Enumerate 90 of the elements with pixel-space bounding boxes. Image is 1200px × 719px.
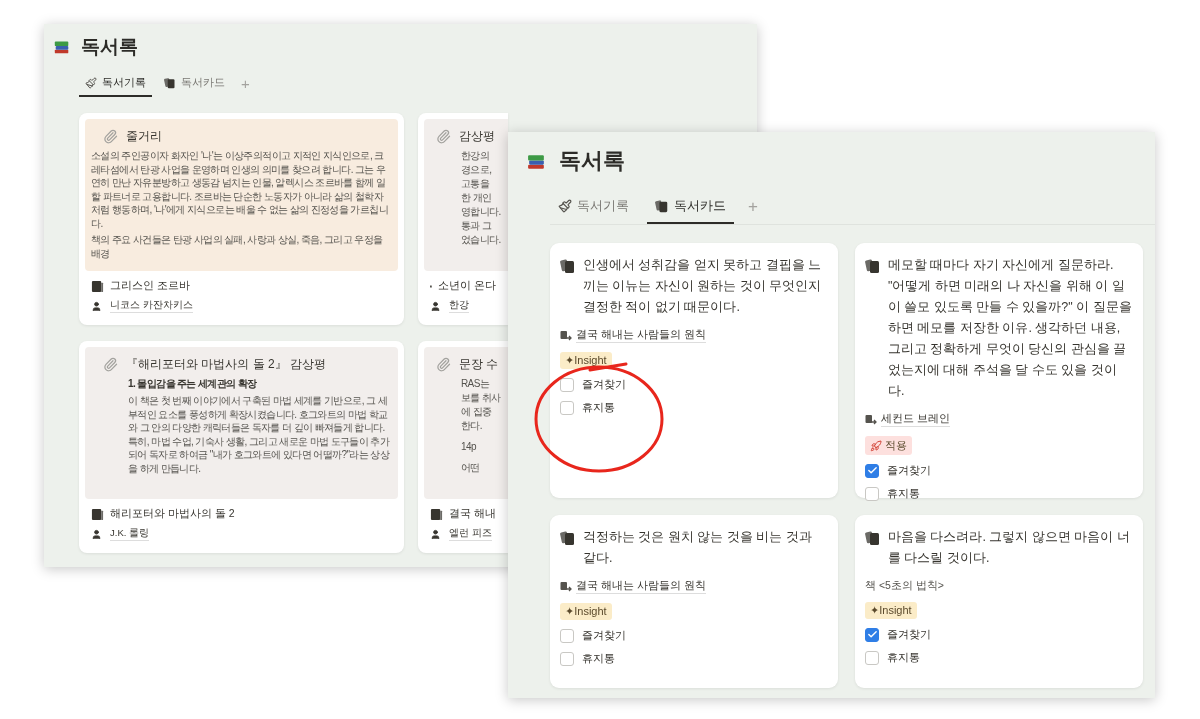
preview-text: 한다.	[461, 419, 483, 433]
quote-text: 메모할 때마다 자기 자신에게 질문하라. "어떻게 하면 미래의 나 자신을 위해 이 일이 쓸모 있도록 만들 수 있을까?" 이 질문을 하면 메모를 저장한 이유. 생각하던 내용, 그리고 정확하게 무엇이 당신의 관심을 끌었는지에 대해 주석을 달 수도 있을 것이다.	[888, 257, 1133, 400]
book-link-icon	[560, 329, 572, 342]
tag: ✦Insight	[865, 602, 917, 619]
book-card[interactable]: 감상평 한강의 경으로, 고통을 한 개인 영합니다. 통과 그 었습니다. 소년이 온다 한강	[418, 113, 508, 325]
checkbox-label: 즐겨찾기	[582, 628, 626, 643]
cards-icon	[560, 258, 576, 274]
quote-card[interactable]: 마음을 다스려라. 그렇지 않으면 마음이 너를 다스릴 것이다. 책 <5초의 법칙> ✦Insight 즐겨찾기 휴지통	[855, 515, 1143, 688]
book-link-icon	[865, 413, 877, 426]
checkbox[interactable]	[865, 650, 879, 665]
book-link-icon	[560, 580, 572, 593]
paperclip-icon	[436, 129, 451, 144]
rocket-icon	[870, 439, 882, 452]
preview-title: 줄거리	[126, 128, 162, 145]
person-icon	[430, 528, 441, 540]
book-title: 해리포터와 마법사의 돌 2	[110, 507, 235, 521]
preview-title: 감상평	[459, 128, 495, 145]
paperclip-icon	[436, 357, 451, 372]
preview-text: 에 집중	[461, 405, 493, 419]
tab[interactable]: 독서카드	[158, 70, 231, 97]
preview-text: RAS는	[461, 377, 491, 391]
checkbox-label: 휴지통	[582, 400, 615, 415]
preview-text: 보를 취사	[461, 391, 502, 405]
preview-text: 이 책은 첫 번째 이야기에서 구축된 마법 세계를 기반으로, 그 세부적인 요소를 풍성하게 확장시켰습니다. 호그와트의 마법 학교와 그 안의 다양한 캐릭터들은 독자를 더 깊이 빠져들게 합니다. 특히, 마법 수업, 기숙사 생활, 그리고 새로운 마법 도구들이 추가되어 독자로 하여금 "내가 호그와트에 있다면 어떨까?"라는 상상을 하게 만듭니다.	[128, 394, 390, 475]
preview-text: 어떤	[461, 461, 481, 475]
checkbox[interactable]	[560, 377, 574, 392]
preview-text: 한강의	[461, 149, 491, 163]
person-icon	[91, 300, 102, 312]
preview-text: 영합니다.	[461, 205, 502, 219]
author-link[interactable]: 엘런 피즈	[449, 527, 492, 541]
preview-heading: 1. 몰입감을 주는 세계관의 확장	[128, 377, 258, 391]
preview-text: 한 개인	[461, 191, 493, 205]
quote-text: 인생에서 성취감을 얻지 못하고 결핍을 느끼는 이뉴는 자신이 원하는 것이 무엇인지 결정한 적이 없기 때문이다.	[583, 257, 823, 316]
cards-icon	[655, 199, 669, 213]
preview-text: 통과 그	[461, 219, 493, 233]
tag: 적용	[865, 436, 912, 455]
checkbox-label: 즐겨찾기	[887, 627, 931, 642]
quote-card[interactable]: 인생에서 성취감을 얻지 못하고 결핍을 느끼는 이뉴는 자신이 원하는 것이 무엇인지 결정한 적이 없기 때문이다. 결국 해내는 사람들의 원칙 ✦Insight 즐겨찾기 휴지통	[550, 243, 838, 498]
preview-text: 고통을	[461, 177, 491, 191]
source-link[interactable]: 세컨드 브레인	[881, 412, 950, 427]
checkbox-label: 휴지통	[887, 486, 920, 501]
person-icon	[430, 300, 441, 312]
preview-title: 『해리포터와 마법사의 돌 2』 감상평	[126, 356, 326, 373]
checkbox-label: 즐겨찾기	[887, 463, 931, 478]
source-link[interactable]: 결국 해내는 사람들의 원칙	[576, 328, 706, 343]
source-link[interactable]: 결국 해내는 사람들의 원칙	[576, 579, 706, 594]
page-title: 독서록	[559, 147, 625, 175]
book-title: 결국 해내	[449, 507, 496, 521]
paperclip-icon	[103, 129, 118, 144]
tab[interactable]: 독서기록	[79, 70, 152, 97]
book-title: 그리스인 조르바	[110, 279, 190, 293]
source-text: 책 <5초의 법칙>	[865, 579, 944, 593]
quote-text: 걱정하는 것은 원치 않는 것을 비는 것과 같다.	[583, 529, 813, 567]
cards-icon	[164, 76, 176, 89]
brush-icon	[85, 76, 97, 89]
tab[interactable]: 독서카드	[647, 190, 734, 224]
preview-text: 었습니다.	[461, 233, 502, 247]
checkbox-label: 휴지통	[582, 651, 615, 666]
author-link[interactable]: 한강	[449, 299, 469, 313]
book-card[interactable]	[79, 341, 404, 553]
preview-text: 14p	[461, 440, 477, 454]
checkbox[interactable]	[865, 463, 879, 478]
quote-text: 마음을 다스려라. 그렇지 않으면 마음이 너를 다스릴 것이다.	[888, 529, 1131, 567]
cards-icon	[865, 530, 881, 546]
cards-icon	[560, 530, 576, 546]
book-card[interactable]	[79, 113, 404, 325]
checkbox[interactable]	[560, 400, 574, 415]
cards-icon	[865, 258, 881, 274]
person-icon	[91, 528, 102, 540]
checkbox-label: 휴지통	[887, 650, 920, 665]
paperclip-icon	[103, 357, 118, 372]
preview-text: 소설의 주인공이자 화자인 '나'는 이상주의적이고 지적인 지식인으로, 크레타섬에서 탄광 사업을 운영하며 인생의 의미를 찾으려 합니다. 그는 우연히 만난 자유분방하고 생동감 넘치는 인물, 알렉시스 조르바를 함께 일할 파트너로 고용합니다. 조르바는 단순한 노동자가 아니라 삶의 철학자처럼 행동하며, '나'에게 지식으로는 배울 수 없는 삶의 진정성을 가르칩니다.	[91, 149, 389, 230]
checkbox[interactable]	[560, 651, 574, 666]
checkbox[interactable]	[865, 627, 879, 642]
author-link[interactable]: J.K. 롤링	[110, 527, 149, 541]
book-card[interactable]: 문장 수 RAS는 보를 취사 에 집중 한다. 14p 어떤 결국 해내 엘런 피즈	[418, 341, 508, 553]
page-title: 독서록	[81, 35, 138, 59]
quote-card[interactable]: 걱정하는 것은 원치 않는 것을 비는 것과 같다. 결국 해내는 사람들의 원칙 ✦Insight 즐겨찾기 휴지통	[550, 515, 838, 688]
quote-card[interactable]: 메모할 때마다 자기 자신에게 질문하라. "어떻게 하면 미래의 나 자신을 위해 이 일이 쓸모 있도록 만들 수 있을까?" 이 질문을 하면 메모를 저장한 이유. 생각하던 내용, 그리고 정확하게 무엇이 당신의 관심을 끌었는지에 대해 주석을 달 수도 있을 것이다. 세컨드 브레인 적용 즐겨찾기 휴지통	[855, 243, 1143, 498]
tag: ✦Insight	[560, 603, 612, 620]
tab[interactable]: 독서기록	[550, 190, 637, 224]
checkbox-label: 즐겨찾기	[582, 377, 626, 392]
author-link[interactable]: 니코스 카잔차키스	[110, 299, 193, 313]
checkbox[interactable]	[865, 486, 879, 501]
brush-icon	[558, 199, 572, 213]
preview-title: 문장 수	[459, 356, 499, 373]
book-title: 소년이 온다	[438, 279, 496, 293]
checkbox[interactable]	[560, 628, 574, 643]
preview-text: 경으로,	[461, 163, 493, 177]
preview-text: 책의 주요 사건들은 탄광 사업의 실패, 사랑과 상실, 죽음, 그리고 우정을 배경	[91, 233, 384, 260]
